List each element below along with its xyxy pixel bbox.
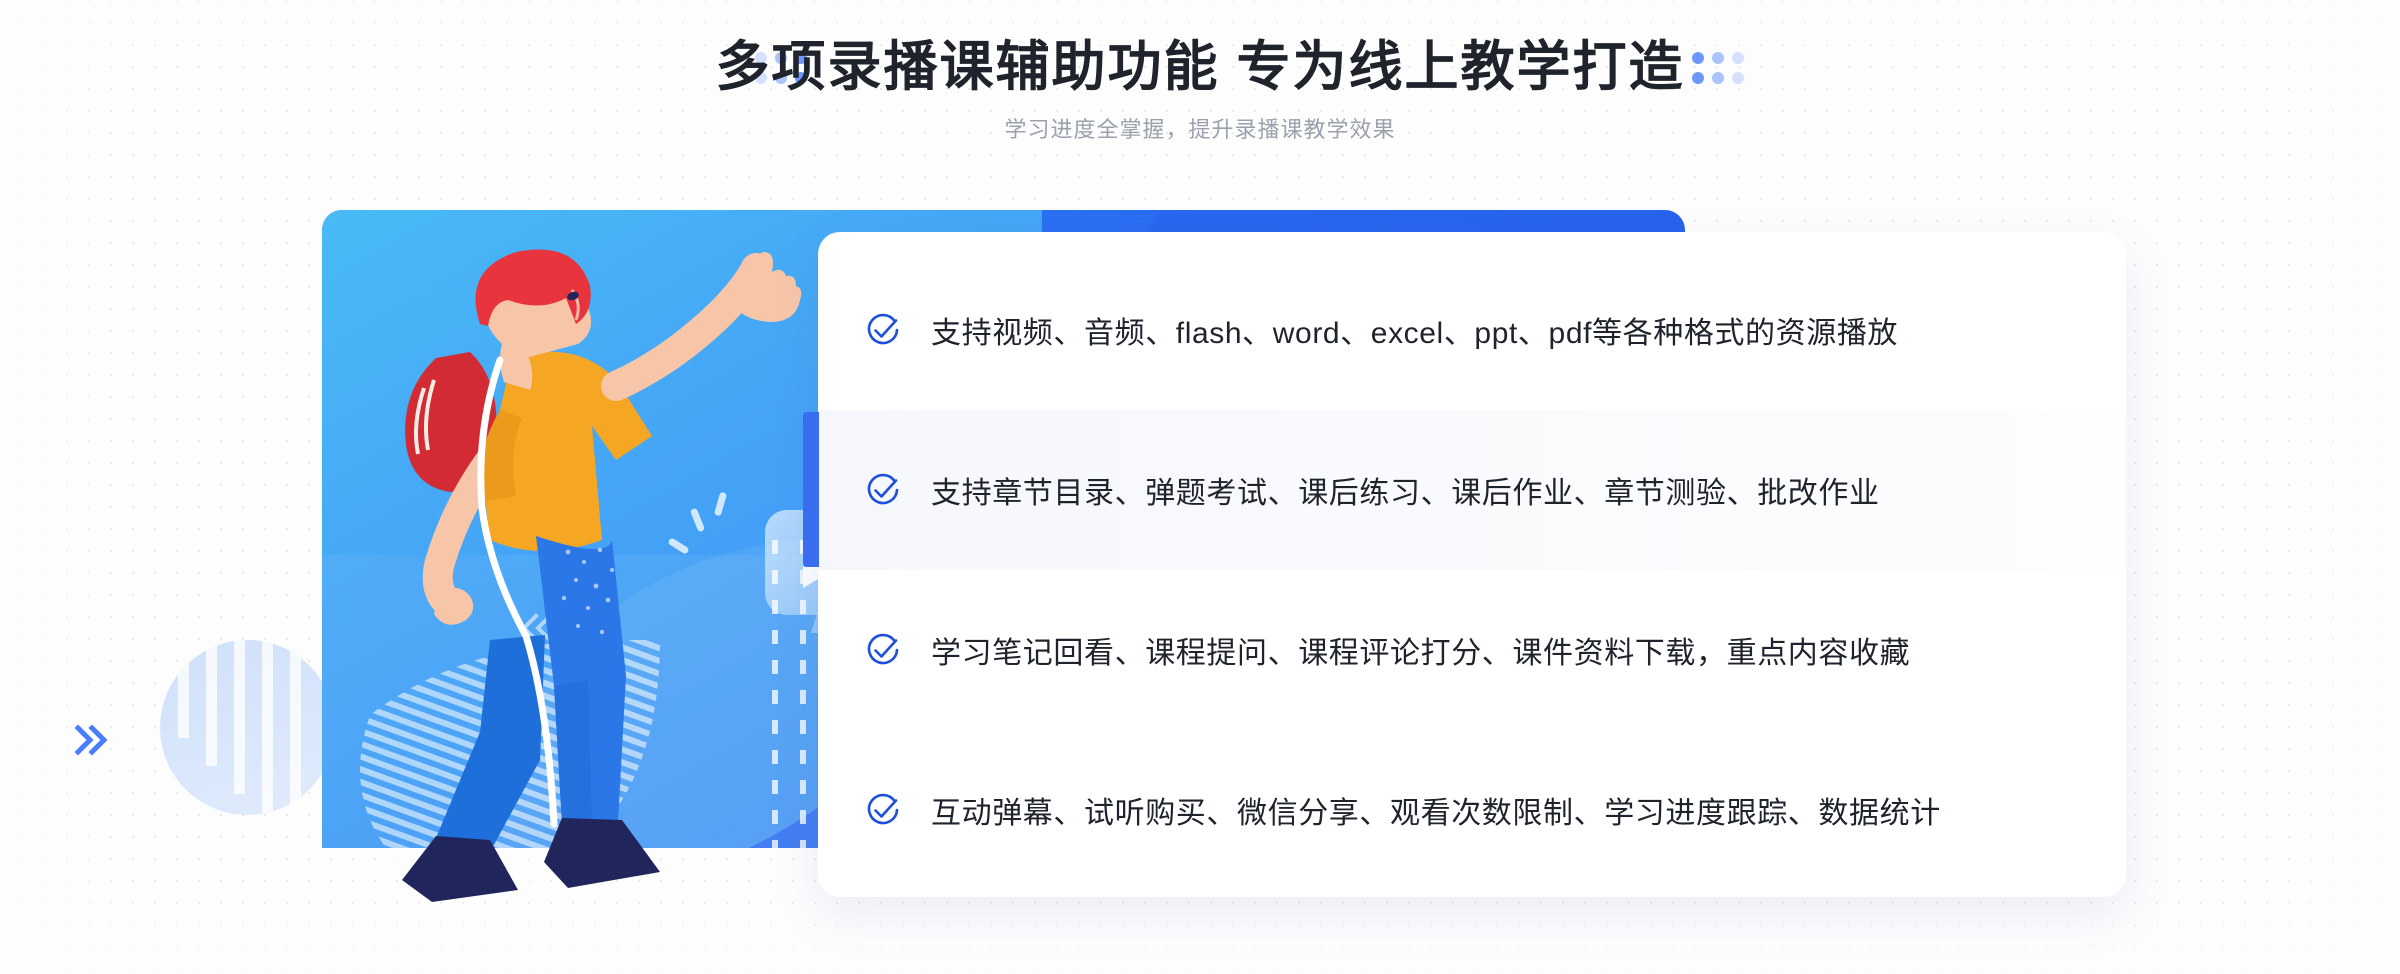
decorative-stripe (290, 640, 301, 815)
feature-row-label: 支持视频、音频、flash、word、excel、ppt、pdf等各种格式的资源… (931, 317, 1899, 350)
check-circle-icon (867, 633, 899, 665)
feature-row-label: 学习笔记回看、课程提问、课程评论打分、课件资料下载，重点内容收藏 (931, 637, 1911, 670)
decorative-stripe (178, 640, 189, 738)
feature-row[interactable]: 互动弹幕、试听购买、微信分享、观看次数限制、学习进度跟踪、数据统计 (818, 730, 2126, 890)
decorative-stripe (262, 640, 273, 815)
page-header: 多项录播课辅助功能 专为线上教学打造 学习进度全掌握，提升录播课教学效果 (0, 0, 2400, 175)
decorative-circle-stripes (160, 640, 335, 815)
chevron-double-right-icon (72, 722, 112, 758)
check-circle-icon (867, 313, 899, 345)
page-subtitle: 学习进度全掌握，提升录播课教学效果 (1004, 117, 1396, 142)
character-illustration (402, 249, 802, 902)
check-circle-icon (867, 793, 899, 825)
feature-card: 支持视频、音频、flash、word、excel、ppt、pdf等各种格式的资源… (818, 232, 2126, 897)
active-row-accent-bar (803, 412, 819, 567)
feature-row-label: 支持章节目录、弹题考试、课后练习、课后作业、章节测验、批改作业 (931, 477, 1880, 510)
decorative-stripe (206, 640, 217, 766)
feature-row-label: 互动弹幕、试听购买、微信分享、观看次数限制、学习进度跟踪、数据统计 (931, 797, 1941, 830)
decorative-stripe (234, 640, 245, 794)
feature-row[interactable]: 学习笔记回看、课程提问、课程评论打分、课件资料下载，重点内容收藏 (818, 570, 2126, 730)
check-circle-icon (867, 473, 899, 505)
feature-row[interactable]: 支持视频、音频、flash、word、excel、ppt、pdf等各种格式的资源… (818, 250, 2126, 410)
feature-row[interactable]: 支持章节目录、弹题考试、课后练习、课后作业、章节测验、批改作业 (818, 410, 2126, 570)
page-title: 多项录播课辅助功能 专为线上教学打造 (715, 37, 1685, 97)
